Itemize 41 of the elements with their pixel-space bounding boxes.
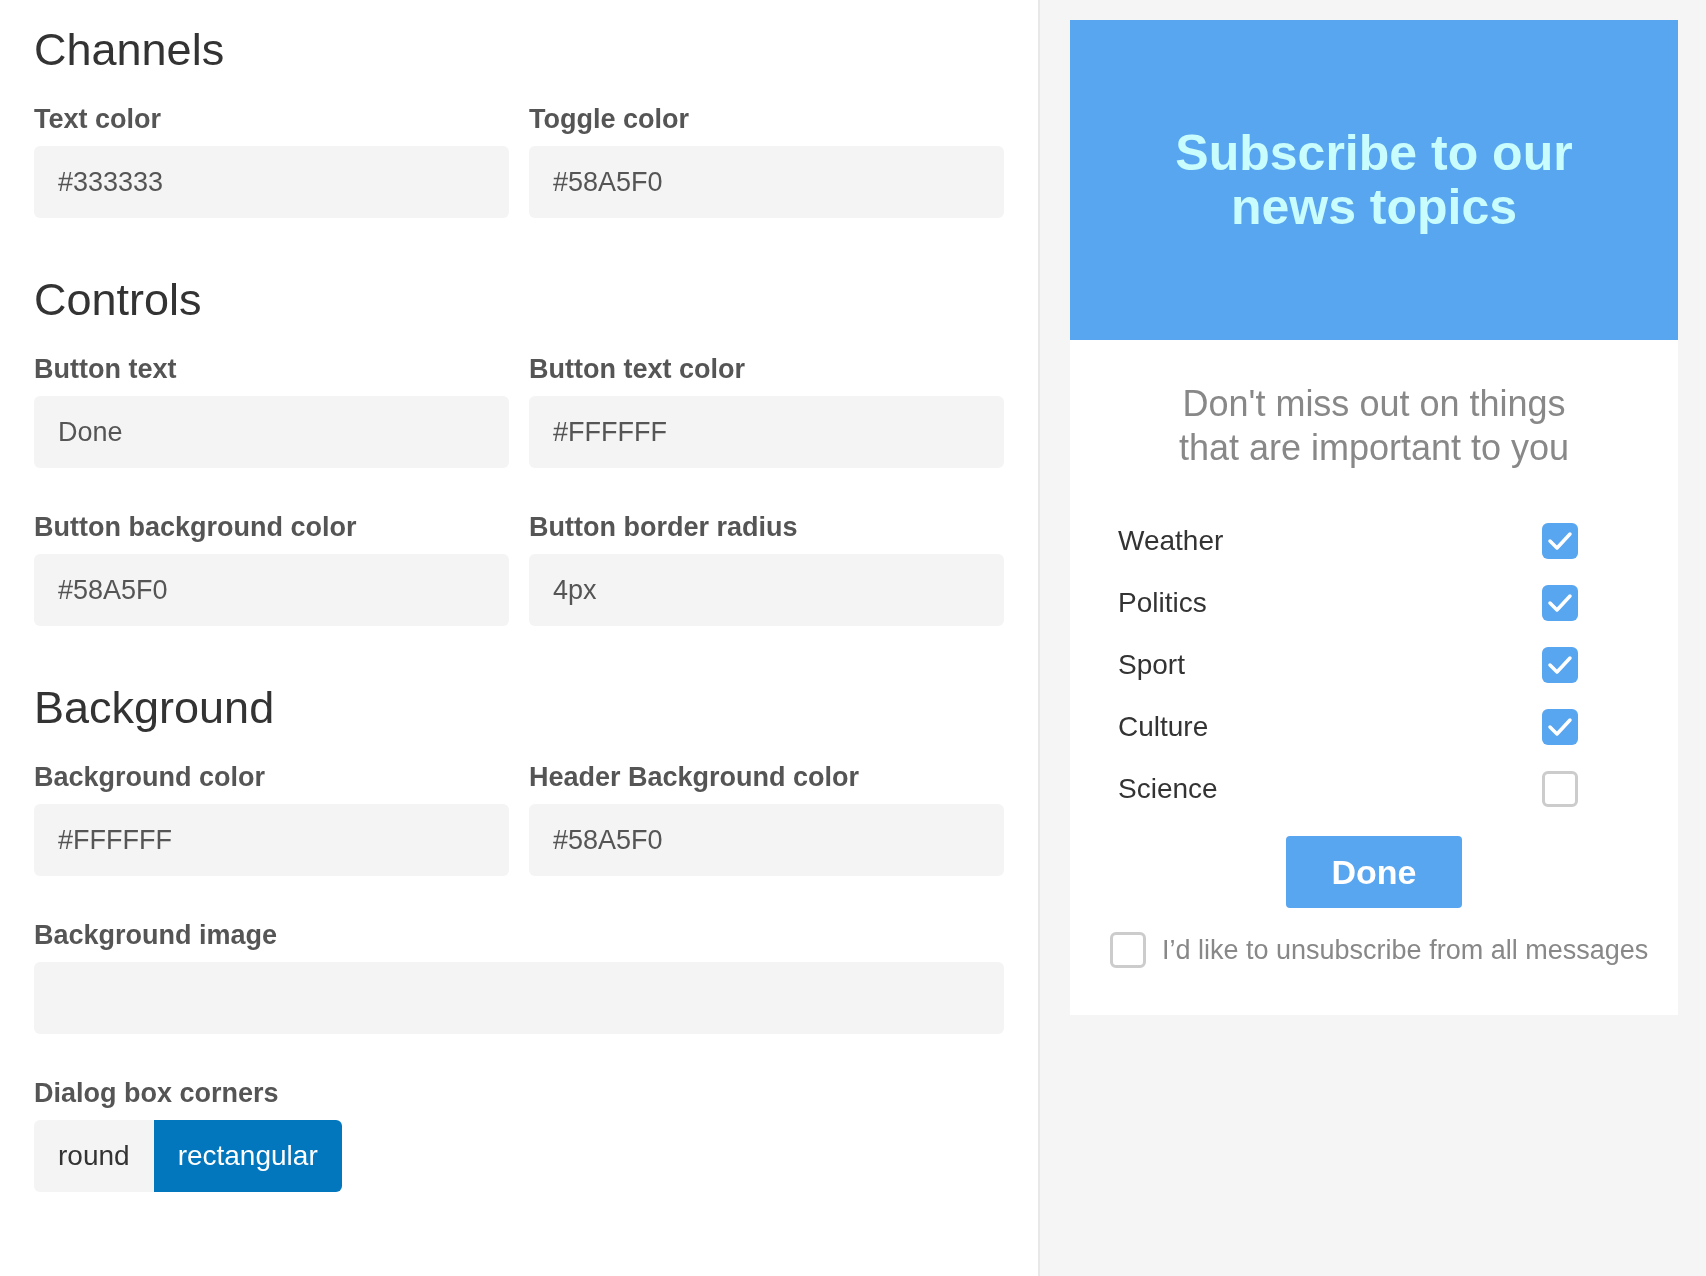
input-field[interactable]: 4px bbox=[529, 554, 1004, 626]
checkmark-icon bbox=[1547, 592, 1573, 614]
checkbox[interactable] bbox=[1542, 585, 1578, 621]
input-field[interactable]: #FFFFFF bbox=[529, 396, 1004, 468]
input-field[interactable]: #58A5F0 bbox=[529, 804, 1004, 876]
field-label: Button text bbox=[34, 353, 178, 386]
field-label: Dialog box corners bbox=[34, 1077, 280, 1110]
checkmark-icon bbox=[1547, 716, 1573, 738]
dialog-subtitle: Don't miss out on things that are important to you bbox=[1177, 382, 1571, 470]
input-field[interactable]: Done bbox=[34, 396, 509, 468]
field-label: Background image bbox=[34, 919, 279, 952]
checkbox[interactable] bbox=[1542, 647, 1578, 683]
field-label: Toggle color bbox=[529, 103, 690, 136]
checkbox[interactable] bbox=[1542, 709, 1578, 745]
unsubscribe-label: I’d like to unsubscribe from all messages bbox=[1162, 934, 1649, 967]
field-label: Button border radius bbox=[529, 511, 799, 544]
dialog-title: Subscribe to our news topics bbox=[1174, 126, 1574, 234]
field-label: Header Background color bbox=[529, 761, 861, 794]
input-field[interactable]: #58A5F0 bbox=[529, 146, 1004, 218]
input-field[interactable]: #58A5F0 bbox=[34, 554, 509, 626]
topic-label: Culture bbox=[1118, 710, 1209, 744]
segment-option[interactable]: round bbox=[34, 1120, 154, 1192]
section-heading: Controls bbox=[34, 273, 203, 327]
checkmark-icon bbox=[1547, 654, 1573, 676]
field-label: Button text color bbox=[529, 353, 746, 386]
topic-label: Science bbox=[1118, 772, 1218, 806]
input-field[interactable]: #333333 bbox=[34, 146, 509, 218]
checkmark-icon bbox=[1547, 530, 1573, 552]
field-label: Button background color bbox=[34, 511, 358, 544]
segment-option[interactable]: rectangular bbox=[153, 1120, 342, 1192]
topic-label: Politics bbox=[1118, 586, 1207, 620]
field-label: Text color bbox=[34, 103, 163, 136]
topic-label: Weather bbox=[1118, 524, 1224, 558]
checkbox[interactable] bbox=[1542, 771, 1578, 807]
section-heading: Channels bbox=[34, 23, 226, 77]
field-label: Background color bbox=[34, 761, 267, 794]
checkbox[interactable] bbox=[1542, 523, 1578, 559]
checkbox[interactable] bbox=[1110, 932, 1146, 969]
input-field[interactable]: #FFFFFF bbox=[34, 804, 509, 876]
section-heading: Background bbox=[34, 681, 276, 735]
topic-label: Sport bbox=[1118, 648, 1185, 682]
